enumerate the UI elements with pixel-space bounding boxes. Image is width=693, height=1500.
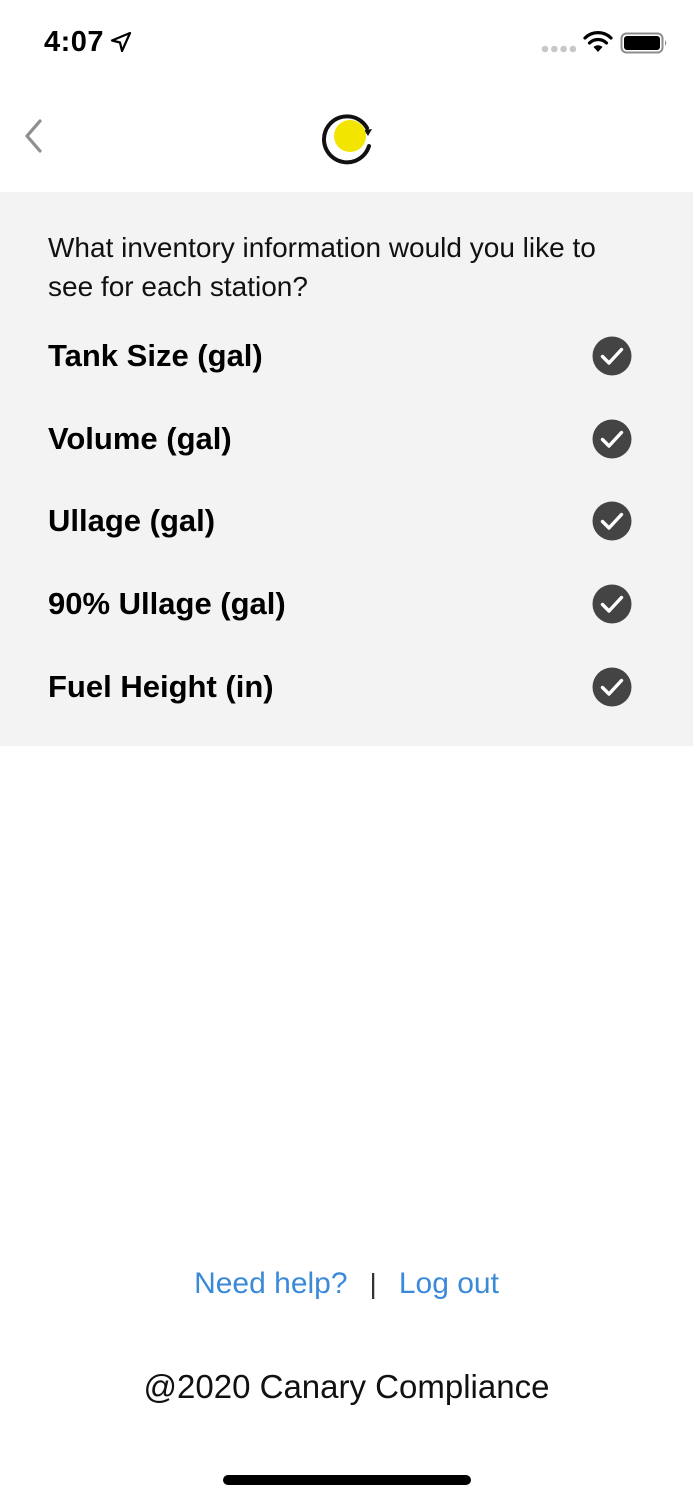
inventory-options-panel: What inventory information would you lik…: [0, 192, 693, 746]
link-separator: |: [369, 1268, 377, 1299]
status-time: 4:07: [44, 26, 105, 58]
logout-link[interactable]: Log out: [399, 1267, 499, 1301]
canary-logo-icon: [322, 114, 372, 165]
battery-icon: [620, 32, 667, 54]
nav-bar: [0, 88, 693, 192]
checkmark-icon[interactable]: [592, 667, 632, 707]
chevron-left-icon: [25, 119, 42, 153]
location-arrow-icon: [110, 31, 132, 53]
checkmark-icon[interactable]: [592, 501, 632, 541]
signal-dots-icon: [541, 45, 577, 53]
status-bar: 4:07: [0, 0, 693, 88]
option-label: 90% Ullage (gal): [48, 586, 286, 621]
wifi-icon: [583, 31, 613, 52]
footer-links: Need help? | Log out: [0, 1262, 693, 1306]
checkmark-icon[interactable]: [592, 584, 632, 624]
question-text: What inventory information would you lik…: [48, 232, 596, 302]
copyright-text: @2020 Canary Compliance: [143, 1368, 550, 1405]
option-label: Ullage (gal): [48, 503, 216, 538]
back-button[interactable]: [12, 114, 56, 158]
option-tank-size[interactable]: Tank Size (gal): [0, 324, 693, 388]
option-volume[interactable]: Volume (gal): [0, 407, 693, 471]
home-indicator[interactable]: [223, 1475, 471, 1485]
option-ullage[interactable]: Ullage (gal): [0, 489, 693, 553]
checkmark-icon[interactable]: [592, 419, 632, 459]
option-label: Volume (gal): [48, 421, 232, 456]
option-fuel-height[interactable]: Fuel Height (in): [0, 655, 693, 719]
need-help-link[interactable]: Need help?: [194, 1267, 347, 1301]
option-90-ullage[interactable]: 90% Ullage (gal): [0, 572, 693, 636]
checkmark-icon[interactable]: [592, 336, 632, 376]
option-label: Fuel Height (in): [48, 669, 274, 704]
option-label: Tank Size (gal): [48, 338, 263, 373]
